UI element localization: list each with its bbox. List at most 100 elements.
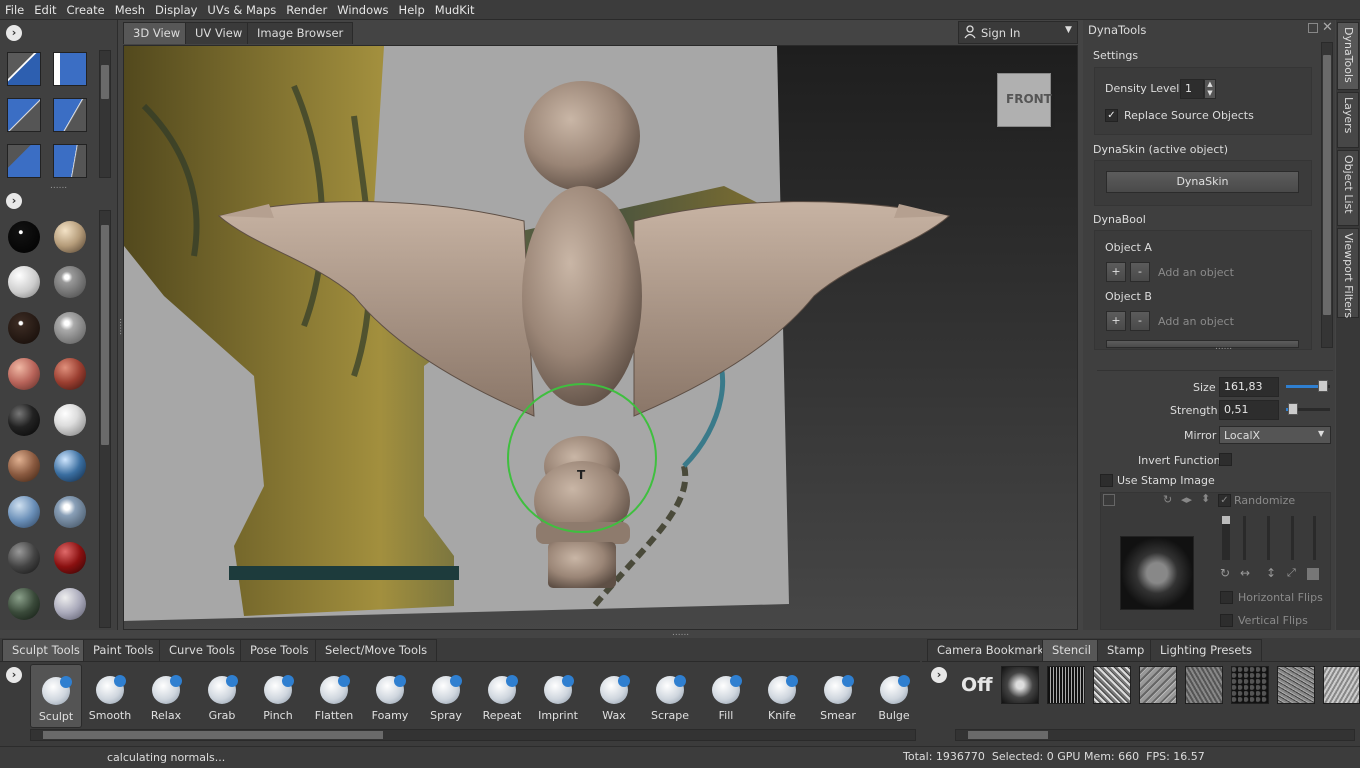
stencil-thumb-7[interactable] xyxy=(1277,666,1315,704)
material-ball-5[interactable] xyxy=(8,312,40,344)
object-a-add-button[interactable]: + xyxy=(1106,262,1126,282)
panel-grip[interactable]: ...... xyxy=(1215,342,1232,352)
stencil-thumb-4[interactable] xyxy=(1139,666,1177,704)
tool-spray[interactable]: Spray xyxy=(420,664,472,728)
material-ball-4[interactable] xyxy=(54,266,86,298)
vertical-flips-checkbox[interactable] xyxy=(1220,614,1233,627)
strength-slider-handle[interactable] xyxy=(1287,403,1298,415)
stamp-slider-4[interactable] xyxy=(1291,516,1294,560)
menu-edit[interactable]: Edit xyxy=(29,0,61,20)
side-tab-dynatools[interactable]: DynaTools xyxy=(1337,22,1359,90)
object-b-remove-button[interactable]: - xyxy=(1130,311,1150,331)
tray-grip[interactable]: ...... xyxy=(672,628,689,638)
stamp-preview[interactable] xyxy=(1120,536,1194,610)
falloff-stamp-4[interactable] xyxy=(53,98,87,132)
view-cube[interactable]: FRONT xyxy=(997,73,1052,127)
tab-3d-view[interactable]: 3D View xyxy=(123,22,191,44)
float-panel-icon[interactable] xyxy=(1308,23,1318,33)
stencil-off[interactable]: Off xyxy=(961,674,993,696)
material-ball-9[interactable] xyxy=(8,404,40,436)
menu-file[interactable]: File xyxy=(0,0,29,20)
stamp-slider-5[interactable] xyxy=(1313,516,1316,560)
tab-image-browser[interactable]: Image Browser xyxy=(247,22,354,44)
tab-sculpt-tools[interactable]: Sculpt Tools xyxy=(2,639,90,661)
stamp-slider-1[interactable] xyxy=(1222,516,1230,560)
menu-render[interactable]: Render xyxy=(281,0,332,20)
tab-curve-tools[interactable]: Curve Tools xyxy=(159,639,245,661)
stencil-thumb-5[interactable] xyxy=(1185,666,1223,704)
material-ball-10[interactable] xyxy=(54,404,86,436)
object-b-add-button[interactable]: + xyxy=(1106,311,1126,331)
falloffs-scrollbar[interactable] xyxy=(99,50,111,178)
use-stamp-image-checkbox[interactable] xyxy=(1100,474,1113,487)
stamp-load-icon[interactable] xyxy=(1103,494,1115,506)
falloff-stamp-3[interactable] xyxy=(7,98,41,132)
stencils-scrollbar[interactable] xyxy=(955,729,1355,741)
expand-stencils-icon[interactable]: › xyxy=(931,667,947,683)
viewport-3d[interactable]: FRONT T xyxy=(123,45,1078,630)
menu-help[interactable]: Help xyxy=(394,0,430,20)
horizontal-flips-checkbox[interactable] xyxy=(1220,591,1233,604)
randomize-checkbox[interactable]: ✓ xyxy=(1218,494,1231,507)
tool-scrape[interactable]: Scrape xyxy=(644,664,696,728)
flip-vertical-icon[interactable]: ⬍ xyxy=(1201,492,1210,505)
material-ball-7[interactable] xyxy=(8,358,40,390)
replace-source-checkbox[interactable]: ✓ xyxy=(1105,109,1118,122)
material-ball-3[interactable] xyxy=(8,266,40,298)
tool-fill[interactable]: Fill xyxy=(700,664,752,728)
size-slider-handle[interactable] xyxy=(1318,380,1329,392)
material-ball-12[interactable] xyxy=(54,450,86,482)
menu-uvs-maps[interactable]: UVs & Maps xyxy=(202,0,281,20)
stencil-thumb-1[interactable] xyxy=(1001,666,1039,704)
size-slider[interactable] xyxy=(1286,380,1330,392)
tool-imprint[interactable]: Imprint xyxy=(532,664,584,728)
material-ball-8[interactable] xyxy=(54,358,86,390)
stencil-thumb-6[interactable] xyxy=(1231,666,1269,704)
tool-flatten[interactable]: Flatten xyxy=(308,664,360,728)
stamp-slider-3[interactable] xyxy=(1267,516,1270,560)
tab-select-move-tools[interactable]: Select/Move Tools xyxy=(315,639,438,661)
tool-smear[interactable]: Smear xyxy=(812,664,864,728)
strength-slider[interactable] xyxy=(1286,403,1330,415)
mirror-select[interactable]: LocalX ▼ xyxy=(1219,426,1331,444)
material-ball-11[interactable] xyxy=(8,450,40,482)
stencil-thumb-2[interactable] xyxy=(1047,666,1085,704)
flip-horizontal-icon[interactable]: ◂▸ xyxy=(1181,493,1192,506)
material-ball-16[interactable] xyxy=(54,542,86,574)
falloff-stamp-5[interactable] xyxy=(7,144,41,178)
falloff-stamp-2[interactable] xyxy=(53,52,87,86)
side-tab-layers[interactable]: Layers xyxy=(1337,92,1359,148)
menu-mesh[interactable]: Mesh xyxy=(110,0,150,20)
grip-handle[interactable]: ...... xyxy=(50,181,67,191)
object-a-remove-button[interactable]: - xyxy=(1130,262,1150,282)
falloff-stamp-1[interactable] xyxy=(7,52,41,86)
tool-sculpt[interactable]: Sculpt xyxy=(30,664,82,728)
sign-in-dropdown[interactable]: Sign In ▼ xyxy=(958,21,1078,44)
tab-camera-bookmarks[interactable]: Camera Bookmarks xyxy=(927,639,1061,661)
expand-tools-icon[interactable]: › xyxy=(6,667,22,683)
strength-input[interactable]: 0,51 xyxy=(1219,400,1279,420)
density-stepper[interactable]: ▲ ▼ xyxy=(1204,79,1216,99)
left-splitter-grip[interactable]: ...... xyxy=(117,318,127,335)
side-tab-object-list[interactable]: Object List xyxy=(1337,150,1359,226)
density-level-input[interactable]: 1 xyxy=(1180,79,1204,99)
invert-function-checkbox[interactable] xyxy=(1219,453,1232,466)
falloff-stamp-6[interactable] xyxy=(53,144,87,178)
tool-relax[interactable]: Relax xyxy=(140,664,192,728)
material-ball-1[interactable] xyxy=(8,221,40,253)
material-ball-13[interactable] xyxy=(8,496,40,528)
close-panel-icon[interactable]: ✕ xyxy=(1322,20,1333,35)
expand-materials-icon[interactable]: › xyxy=(6,193,22,209)
material-ball-14[interactable] xyxy=(54,496,86,528)
tab-uv-view[interactable]: UV View xyxy=(185,22,253,44)
tool-repeat[interactable]: Repeat xyxy=(476,664,528,728)
menu-create[interactable]: Create xyxy=(62,0,110,20)
tab-lighting-presets[interactable]: Lighting Presets xyxy=(1150,639,1262,661)
menu-mudkit[interactable]: MudKit xyxy=(430,0,480,20)
tools-scrollbar[interactable] xyxy=(30,729,916,741)
panel-scrollbar[interactable] xyxy=(1321,42,1333,348)
tool-smooth[interactable]: Smooth xyxy=(84,664,136,728)
tool-knife[interactable]: Knife xyxy=(756,664,808,728)
material-ball-15[interactable] xyxy=(8,542,40,574)
material-ball-2[interactable] xyxy=(54,221,86,253)
